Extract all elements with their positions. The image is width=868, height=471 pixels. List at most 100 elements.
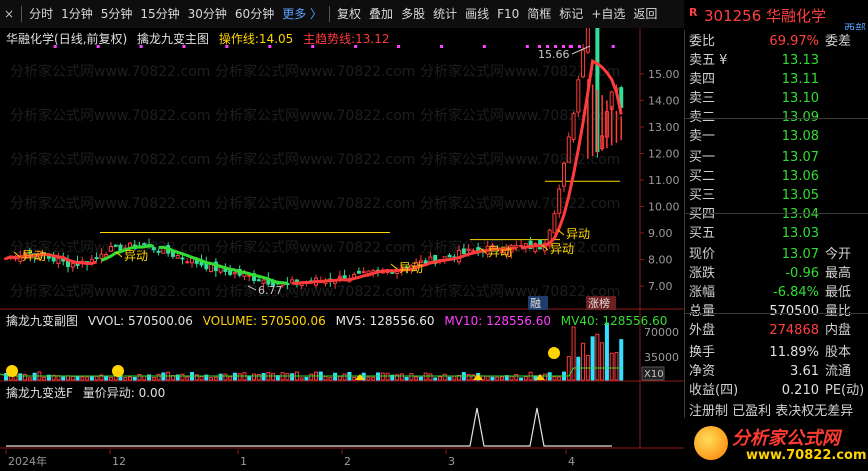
f10-button[interactable]: F10: [494, 0, 522, 28]
volume-bar: [442, 373, 447, 381]
stat2-row-right-label: PE(动): [825, 383, 865, 398]
main-chart-panel[interactable]: 分析家公式网www.70822.com 分析家公式网www.70822.com 分析…: [0, 28, 684, 310]
quote-divider: [684, 118, 868, 119]
date-label: 4: [568, 455, 575, 468]
volume-bar: [218, 373, 223, 381]
quote-divider: [684, 213, 868, 214]
sell-level-5: 卖五 ¥ 13.13: [685, 52, 868, 70]
sub-indicator-name[interactable]: 擒龙九变副图: [6, 314, 78, 328]
candle-body: [447, 254, 452, 258]
watermark-text: 分析家公式网www.70822.com: [10, 107, 210, 124]
stat-row: 涨跌 -0.96 最高: [685, 265, 868, 283]
volume-bar: [619, 339, 624, 381]
volume-bar: [433, 377, 438, 381]
simple-frame-button[interactable]: 简框: [524, 0, 554, 28]
stat2-row-value: 11.89%: [769, 345, 819, 360]
volume-bar: [104, 375, 109, 381]
volume-bar: [557, 376, 562, 381]
volume-bar: [614, 352, 619, 381]
overlay-button[interactable]: 叠加: [366, 0, 396, 28]
volume-bar: [404, 376, 409, 381]
candlestick-chart[interactable]: 分析家公式网www.70822.com 分析家公式网www.70822.com 分析…: [0, 28, 684, 310]
candle-body: [99, 253, 104, 259]
volume-bar: [604, 322, 609, 381]
volume-bar: [428, 373, 433, 381]
draw-line-button[interactable]: 画线: [462, 0, 492, 28]
y-tick-label: 9.00: [648, 227, 673, 240]
multi-stock-button[interactable]: 多股: [398, 0, 428, 28]
volume-bar: [23, 373, 28, 381]
buy-level-5-label: 买五: [689, 226, 716, 241]
date-axis: 2024年 12 1 2 3 4: [0, 449, 684, 471]
volume-bar: [552, 376, 557, 381]
stat-row-label: 外盘: [689, 323, 716, 338]
volume-bar: [328, 377, 333, 381]
stat2-row-right-label: 股本: [825, 345, 852, 360]
volume-price-anomaly-value: 量价异动: 0.00: [82, 386, 166, 400]
vvol-value: VVOL: 570500.06: [87, 314, 193, 328]
tab-intraday[interactable]: 分时: [26, 0, 56, 28]
close-icon[interactable]: ×: [1, 0, 17, 28]
volume-bar: [304, 376, 309, 381]
watermark-text: 分析家公式网www.70822.com: [215, 63, 415, 80]
candle-body: [581, 49, 586, 78]
stock-code: 301256: [704, 7, 762, 25]
volume-bar: [418, 376, 423, 381]
candle-body: [56, 258, 61, 264]
buy-level-5: 买五 13.03: [685, 225, 868, 243]
candle-body: [232, 272, 237, 275]
tab-1min[interactable]: 1分钟: [58, 0, 96, 28]
period-toolbar: × 分时 1分钟 5分钟 15分钟 30分钟 60分钟 更多 〉 复权 叠加 多…: [0, 0, 684, 29]
sub2-indicator-name[interactable]: 擒龙九变选F: [6, 386, 73, 400]
more-periods-button[interactable]: 更多 〉: [279, 0, 325, 28]
volume-bar: [509, 375, 514, 381]
volume-bar: [514, 373, 519, 381]
volume-bar: [352, 376, 357, 381]
mv40-value: MV40: 128556.60: [560, 314, 668, 328]
watermark-text: 分析家公式网www.70822.com: [10, 195, 210, 212]
tab-60min[interactable]: 60分钟: [232, 0, 277, 28]
add-watchlist-button[interactable]: +自选: [588, 0, 628, 28]
signal-label: 异动: [550, 242, 574, 256]
candle-body: [113, 244, 118, 247]
main-indicator-name[interactable]: 擒龙九变主图: [137, 32, 209, 46]
candle-body: [557, 188, 562, 214]
volume-bar: [438, 376, 442, 381]
watermark-text: 分析家公式网www.70822.com: [420, 151, 620, 168]
signal-panel-title: 擒龙九变选F 量价异动: 0.00: [6, 384, 171, 401]
tab-30min[interactable]: 30分钟: [185, 0, 230, 28]
watermark-text: 分析家公式网www.70822.com: [215, 195, 415, 212]
stats-button[interactable]: 统计: [430, 0, 460, 28]
volume-bar: [581, 342, 586, 381]
financing-badge: 融: [530, 297, 541, 310]
toolbar-divider: [329, 6, 331, 22]
watermark-text: 分析家公式网www.70822.com: [10, 63, 210, 80]
stat-row-right-label: 量比: [825, 304, 852, 319]
tab-15min[interactable]: 15分钟: [137, 0, 182, 28]
tab-5min[interactable]: 5分钟: [98, 0, 136, 28]
candle-body: [461, 248, 466, 255]
candle-body: [180, 257, 185, 260]
stat2-row-label: 净资: [689, 364, 716, 379]
back-button[interactable]: 返回: [630, 0, 660, 28]
stat2-row-value: 0.210: [781, 383, 819, 398]
candle-body: [562, 162, 566, 187]
y-tick-label: 13.00: [648, 121, 680, 134]
candle-body: [156, 250, 161, 253]
volume-bar: [571, 326, 576, 381]
adjust-button[interactable]: 复权: [334, 0, 364, 28]
main-mode: (日线,前复权): [54, 32, 128, 46]
y-tick-label: 12.00: [648, 147, 680, 160]
date-axis-svg: 2024年 12 1 2 3 4: [0, 449, 684, 471]
y-tick-label: 7.00: [648, 280, 673, 293]
candle-body: [66, 260, 70, 268]
volume-bar: [137, 373, 142, 381]
high-price-label: 15.66: [538, 48, 570, 61]
volume-bar: [151, 377, 156, 381]
volume-bar: [232, 372, 237, 381]
volume-bar: [70, 375, 75, 381]
quote-panel: 委比 69.97% 委差 卖五 ¥13.13 卖四 13.11 卖三 13.10 卖二 13…: [684, 30, 868, 420]
volume-panel[interactable]: 70000 35000 X10 擒龙九变副图 VVOL: 570500.06 VOL…: [0, 310, 684, 382]
signal-panel[interactable]: 擒龙九变选F 量价异动: 0.00: [0, 382, 684, 449]
mark-button[interactable]: 标记: [556, 0, 586, 28]
